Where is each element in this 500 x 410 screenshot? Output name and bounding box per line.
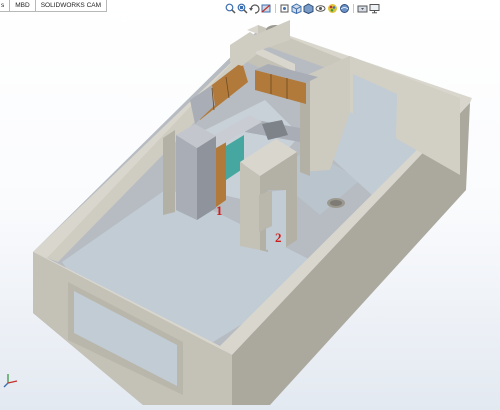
tab-mbd[interactable]: MBD (9, 0, 36, 12)
hide-show-items-icon[interactable] (315, 3, 326, 14)
edit-appearance-icon[interactable] (327, 3, 338, 14)
display-style-icon[interactable] (303, 3, 314, 14)
fridge-front (176, 135, 197, 220)
apartment-model[interactable] (33, 20, 472, 405)
view-orientation-icon[interactable] (291, 3, 302, 14)
section-view-icon[interactable] (261, 3, 272, 14)
partition-room2-face (240, 162, 260, 250)
view-settings-icon[interactable] (357, 3, 368, 14)
wall-kitchen-left (163, 130, 175, 215)
previous-view-icon[interactable] (249, 3, 260, 14)
room-label-2: 2 (275, 230, 282, 245)
monitor-icon[interactable] (369, 3, 380, 14)
apply-scene-icon[interactable] (339, 3, 350, 14)
heads-up-view-toolbar (225, 2, 385, 15)
tab-solidworks-cam[interactable]: SOLIDWORKS CAM (34, 0, 108, 12)
inner-door-panel (259, 190, 272, 232)
zoom-area-icon[interactable] (237, 3, 248, 14)
zoom-to-fit-icon[interactable] (225, 3, 236, 14)
axis-triad-icon (3, 374, 18, 388)
dynamic-annotation-icon[interactable] (279, 3, 290, 14)
command-manager-tabs: s MBD SOLIDWORKS CAM (0, 0, 108, 13)
fridge-side (197, 136, 216, 220)
room-label-1: 1 (216, 203, 223, 218)
graphics-area[interactable] (0, 0, 500, 410)
